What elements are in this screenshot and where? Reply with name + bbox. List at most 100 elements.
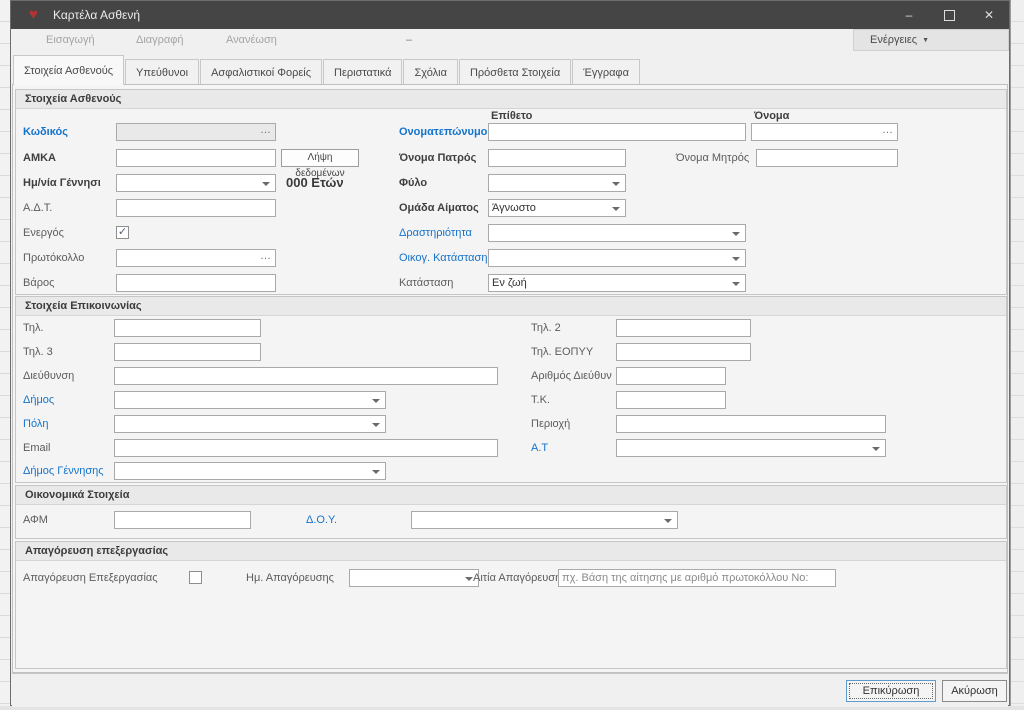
toolbar-delete-button[interactable]: Διαγραφή bbox=[136, 29, 184, 51]
doy-combo[interactable] bbox=[411, 511, 678, 529]
email-label: Email bbox=[23, 439, 51, 457]
father-name-input[interactable] bbox=[488, 149, 626, 167]
section-financial-title: Οικονομικά Στοιχεία bbox=[16, 486, 1006, 505]
father-name-label: Όνομα Πατρός bbox=[399, 149, 476, 167]
background-window-right bbox=[1010, 0, 1024, 710]
weight-label: Βάρος bbox=[23, 274, 54, 292]
toolbar-insert-button[interactable]: Εισαγωγή bbox=[46, 29, 95, 51]
address-number-input[interactable] bbox=[616, 367, 726, 385]
tab-documents[interactable]: Έγγραφα bbox=[572, 59, 640, 85]
tel3-input[interactable] bbox=[114, 343, 261, 361]
police-station-label: Α.Τ bbox=[531, 439, 548, 457]
minimize-button[interactable]: – bbox=[889, 1, 929, 29]
protocol-label: Πρωτόκολλο bbox=[23, 249, 84, 267]
active-label: Ενεργός bbox=[23, 224, 64, 242]
name-field[interactable]: … bbox=[751, 123, 898, 141]
confirm-button[interactable]: Επικύρωση bbox=[846, 680, 936, 702]
birthdate-combo[interactable] bbox=[116, 174, 276, 192]
afm-input[interactable] bbox=[114, 511, 251, 529]
forbid-reason-input[interactable] bbox=[558, 569, 836, 587]
actions-dropdown-button[interactable]: Ενέργειες ▼ bbox=[853, 29, 1009, 51]
city-combo[interactable] bbox=[114, 415, 386, 433]
chevron-down-icon bbox=[372, 399, 380, 403]
titlebar[interactable]: ♥ Καρτέλα Ασθενή – ✕ bbox=[11, 1, 1009, 29]
section-contact-title: Στοιχεία Επικοινωνίας bbox=[16, 297, 1006, 316]
address-label: Διεύθυνση bbox=[23, 367, 74, 385]
maximize-button[interactable] bbox=[929, 1, 969, 29]
life-status-label: Κατάσταση bbox=[399, 274, 453, 292]
address-number-label: Αριθμός Διεύθυν bbox=[531, 367, 612, 385]
chevron-down-icon bbox=[664, 519, 672, 523]
titlebar-buttons: – ✕ bbox=[889, 1, 1009, 29]
forbid-date-combo[interactable] bbox=[349, 569, 479, 587]
fetch-data-button[interactable]: Λήψη δεδομένων bbox=[281, 149, 359, 167]
patient-card-window: ♥ Καρτέλα Ασθενή – ✕ Εισαγωγή Διαγραφή Α… bbox=[10, 0, 1010, 706]
chevron-down-icon bbox=[872, 447, 880, 451]
ellipsis-icon[interactable]: … bbox=[260, 124, 272, 137]
email-input[interactable] bbox=[114, 439, 498, 457]
forbid-processing-checkbox[interactable] bbox=[189, 571, 202, 584]
tel2-input[interactable] bbox=[616, 319, 751, 337]
tab-responsibles[interactable]: Υπεύθυνοι bbox=[125, 59, 199, 85]
surname-input[interactable] bbox=[488, 123, 746, 141]
tab-insurance-carriers[interactable]: Ασφαλιστικοί Φορείς bbox=[200, 59, 322, 85]
check-icon: ✓ bbox=[118, 226, 127, 238]
adt-input[interactable] bbox=[116, 199, 276, 217]
ellipsis-icon[interactable]: … bbox=[882, 124, 894, 137]
mother-name-input[interactable] bbox=[756, 149, 898, 167]
fullname-label: Ονοματεπώνυμο bbox=[399, 123, 487, 141]
maximize-icon bbox=[944, 10, 955, 21]
chevron-down-icon bbox=[732, 232, 740, 236]
chevron-down-icon bbox=[262, 182, 270, 186]
tab-extra-details[interactable]: Πρόσθετα Στοιχεία bbox=[459, 59, 571, 85]
mother-name-label: Όνομα Μητρός bbox=[676, 149, 749, 167]
close-button[interactable]: ✕ bbox=[969, 1, 1009, 29]
marital-status-combo[interactable] bbox=[488, 249, 746, 267]
municipality-combo[interactable] bbox=[114, 391, 386, 409]
activity-combo[interactable] bbox=[488, 224, 746, 242]
life-status-combo[interactable]: Εν ζωή bbox=[488, 274, 746, 292]
chevron-down-icon bbox=[732, 257, 740, 261]
cancel-button[interactable]: Ακύρωση bbox=[942, 680, 1007, 702]
blood-type-combo[interactable]: Άγνωστο bbox=[488, 199, 626, 217]
marital-status-label: Οικογ. Κατάσταση bbox=[399, 249, 487, 267]
section-restriction-title: Απαγόρευση επεξεργασίας bbox=[16, 542, 1006, 561]
kodikos-field[interactable]: … bbox=[116, 123, 276, 141]
tab-incidents[interactable]: Περιστατικά bbox=[323, 59, 402, 85]
forbid-processing-label: Απαγόρευση Επεξεργασίας bbox=[23, 569, 158, 587]
tel-input[interactable] bbox=[114, 319, 261, 337]
tel-eopyy-input[interactable] bbox=[616, 343, 751, 361]
tel3-label: Τηλ. 3 bbox=[23, 343, 53, 361]
toolbar-refresh-button[interactable]: Ανανέωση bbox=[226, 29, 277, 51]
area-label: Περιοχή bbox=[531, 415, 570, 433]
city-label: Πόλη bbox=[23, 415, 48, 433]
heart-icon: ♥ bbox=[29, 6, 38, 24]
toolbar-separator: – bbox=[406, 29, 412, 51]
chevron-down-icon: ▼ bbox=[922, 37, 929, 44]
chevron-down-icon bbox=[465, 577, 473, 581]
tab-patient-details[interactable]: Στοιχεία Ασθενούς bbox=[13, 55, 124, 85]
tel2-label: Τηλ. 2 bbox=[531, 319, 561, 337]
gender-combo[interactable] bbox=[488, 174, 626, 192]
weight-input[interactable] bbox=[116, 274, 276, 292]
chevron-down-icon bbox=[372, 423, 380, 427]
protocol-field[interactable]: … bbox=[116, 249, 276, 267]
actions-label: Ενέργειες bbox=[870, 34, 917, 46]
blood-type-label: Ομάδα Αίματος bbox=[399, 199, 479, 217]
chevron-down-icon bbox=[612, 207, 620, 211]
tab-comments[interactable]: Σχόλια bbox=[403, 59, 458, 85]
afm-label: ΑΦΜ bbox=[23, 511, 48, 529]
birthdate-label: Ημ/νία Γέννησι bbox=[23, 174, 101, 192]
active-checkbox[interactable]: ✓ bbox=[116, 226, 129, 239]
ellipsis-icon[interactable]: … bbox=[260, 250, 272, 263]
tel-label: Τηλ. bbox=[23, 319, 44, 337]
police-station-combo[interactable] bbox=[616, 439, 886, 457]
window-title: Καρτέλα Ασθενή bbox=[53, 1, 140, 29]
postal-code-label: Τ.Κ. bbox=[531, 391, 550, 409]
area-input[interactable] bbox=[616, 415, 886, 433]
birth-municipality-combo[interactable] bbox=[114, 462, 386, 480]
address-input[interactable] bbox=[114, 367, 498, 385]
amka-input[interactable] bbox=[116, 149, 276, 167]
municipality-label: Δήμος bbox=[23, 391, 54, 409]
postal-code-input[interactable] bbox=[616, 391, 726, 409]
